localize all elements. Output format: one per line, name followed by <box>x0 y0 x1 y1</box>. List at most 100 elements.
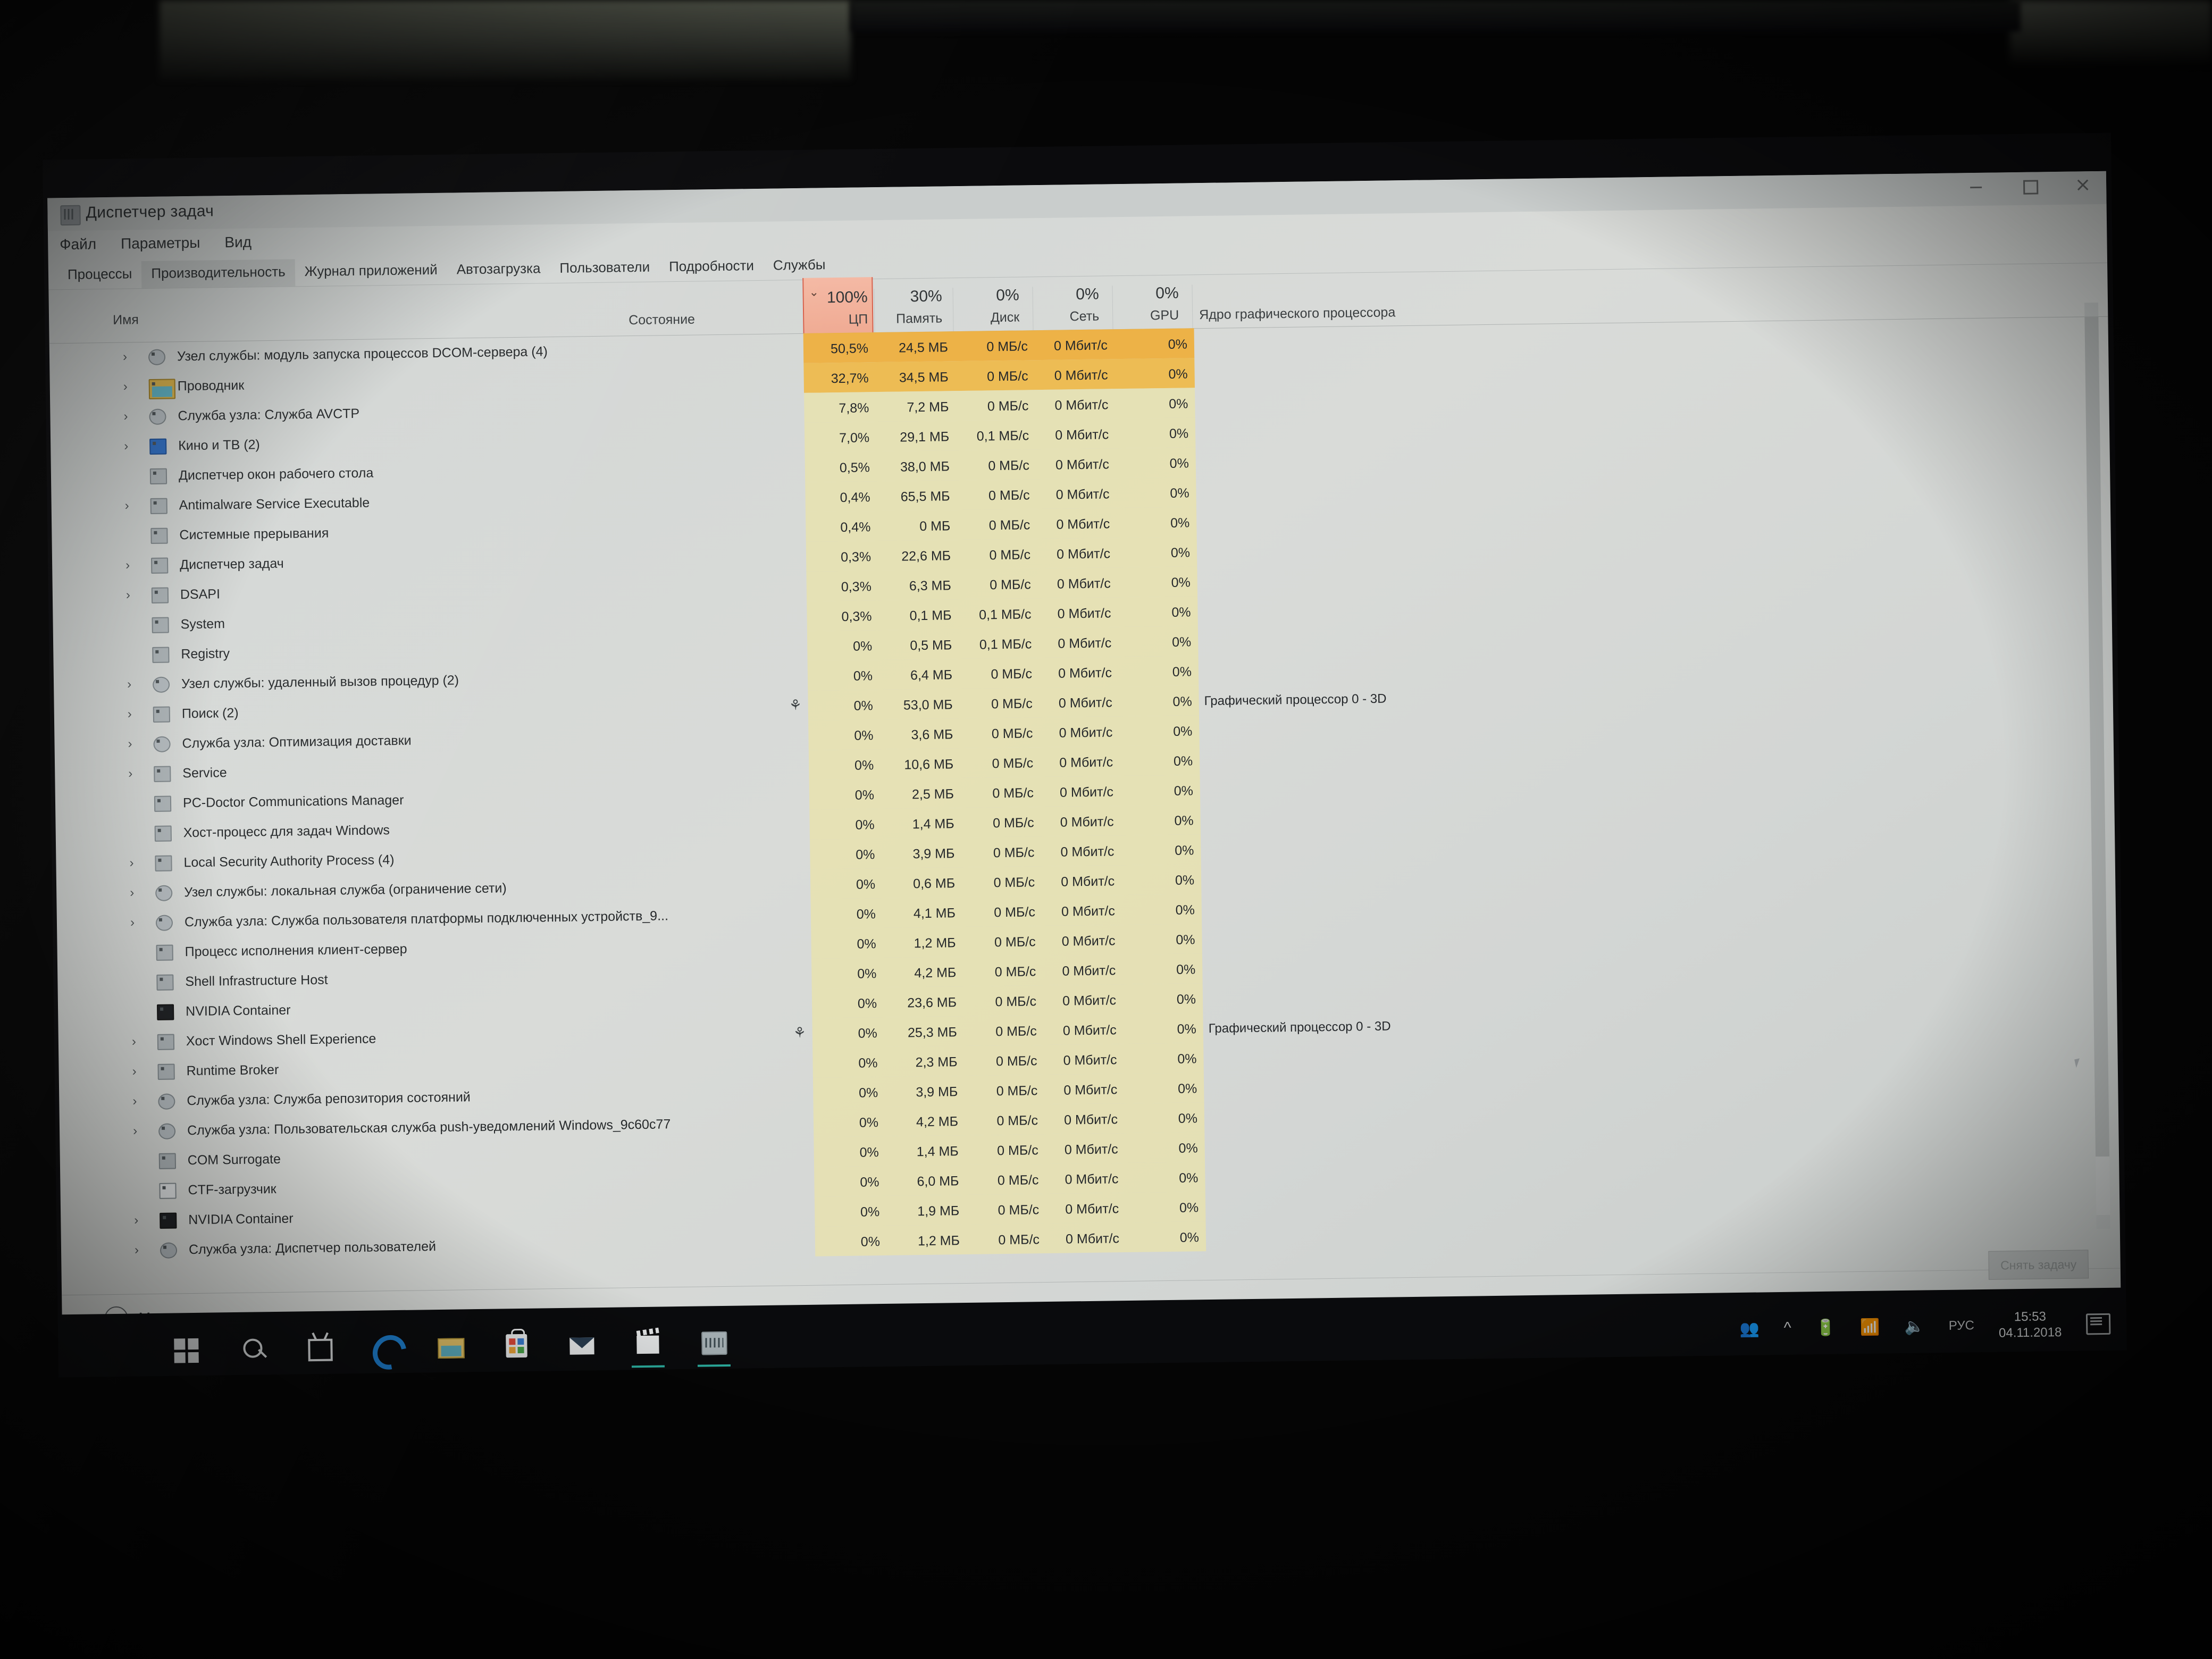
cell-net: 0 Мбит/с <box>1058 695 1112 711</box>
expand-chevron-icon[interactable]: › <box>135 1243 139 1258</box>
end-task-button[interactable]: Снять задачу <box>1988 1250 2089 1280</box>
tab-4[interactable]: Пользователи <box>550 254 659 283</box>
tab-0[interactable]: Процессы <box>58 261 142 289</box>
cell-gpu: 0% <box>1170 545 1191 560</box>
expand-chevron-icon[interactable]: › <box>129 856 133 870</box>
file-explorer-icon[interactable] <box>433 1330 467 1364</box>
column-header-gpu[interactable]: 0% GPU <box>1115 284 1179 324</box>
process-icon <box>157 1034 175 1050</box>
task-manager-taskbar-icon[interactable] <box>697 1327 731 1367</box>
scroll-up-button[interactable] <box>2084 302 2099 317</box>
clock[interactable]: 15:53 04.11.2018 <box>1998 1309 2062 1342</box>
expand-chevron-icon[interactable]: › <box>123 409 128 424</box>
process-icon <box>160 1212 177 1229</box>
cell-cpu: 0% <box>856 847 875 862</box>
column-header-gpu-engine[interactable]: Ядро графического процессора <box>1199 305 1395 323</box>
tab-1[interactable]: Производительность <box>141 259 296 289</box>
tab-5[interactable]: Подробности <box>659 253 764 282</box>
cell-mem: 3,6 МБ <box>911 727 953 743</box>
cell-disk: 0 МБ/с <box>988 488 1030 504</box>
cell-net: 0 Мбит/с <box>1054 397 1109 413</box>
mail-icon[interactable] <box>565 1329 599 1362</box>
menu-item-view[interactable]: Вид <box>224 233 252 251</box>
expand-chevron-icon[interactable]: › <box>126 588 130 602</box>
expand-chevron-icon[interactable]: › <box>128 766 132 781</box>
notifications-icon[interactable] <box>2085 1313 2111 1335</box>
expand-chevron-icon[interactable]: › <box>128 707 132 722</box>
cell-gpu: 0% <box>1178 1141 1198 1156</box>
cell-net: 0 Мбит/с <box>1058 665 1112 681</box>
column-header-memory[interactable]: 30% Память <box>878 287 942 327</box>
cell-gpu: 0% <box>1169 426 1189 441</box>
window-controls <box>1968 177 2090 195</box>
cell-net: 0 Мбит/с <box>1059 755 1113 770</box>
edge-icon[interactable] <box>366 1328 413 1376</box>
maximize-button[interactable] <box>2021 177 2039 195</box>
search-icon[interactable] <box>236 1333 269 1367</box>
cell-mem: 65,5 МБ <box>900 489 950 505</box>
cell-gpu: 0% <box>1176 962 1196 977</box>
expand-chevron-icon[interactable]: › <box>130 915 135 930</box>
expand-chevron-icon[interactable]: › <box>130 885 134 900</box>
expand-chevron-icon[interactable]: › <box>124 439 128 454</box>
ambient-light-top <box>851 0 2021 32</box>
process-name: Узел службы: модуль запуска процессов DC… <box>177 344 548 364</box>
language-indicator[interactable]: РУС <box>1949 1318 1974 1334</box>
expand-chevron-icon[interactable]: › <box>125 498 129 513</box>
cell-gpu: 0% <box>1171 634 1192 650</box>
cell-disk: 0 МБ/с <box>992 785 1034 801</box>
cell-disk: 0 МБ/с <box>991 666 1033 682</box>
process-rows: › Узел службы: модуль запуска процессов D… <box>49 316 2120 1267</box>
process-name: COM Surrogate <box>187 1151 281 1168</box>
expand-chevron-icon[interactable]: › <box>132 1034 136 1049</box>
column-header-disk[interactable]: 0% Диск <box>955 287 1020 326</box>
expand-chevron-icon[interactable]: › <box>125 558 130 573</box>
menu-item-options[interactable]: Параметры <box>121 234 200 253</box>
cell-cpu: 0% <box>859 1115 879 1130</box>
process-icon <box>149 408 166 425</box>
process-icon <box>155 915 173 931</box>
tab-2[interactable]: Журнал приложений <box>295 257 447 287</box>
cell-disk: 0,1 МБ/с <box>976 428 1029 444</box>
expand-chevron-icon[interactable]: › <box>128 736 132 751</box>
expand-chevron-icon[interactable]: › <box>127 677 131 692</box>
cell-mem: 34,5 МБ <box>899 370 949 386</box>
minimize-button[interactable] <box>1968 178 1984 194</box>
cell-gpu: 0% <box>1176 932 1195 948</box>
cell-disk: 0 МБ/с <box>986 368 1028 384</box>
menu-item-file[interactable]: Файл <box>60 236 96 253</box>
store-icon[interactable] <box>499 1330 533 1363</box>
battery-icon[interactable]: 🔋 <box>1816 1318 1836 1337</box>
scroll-down-button[interactable] <box>2096 1214 2110 1229</box>
cell-net: 0 Мбит/с <box>1059 725 1113 741</box>
expand-chevron-icon[interactable]: › <box>123 380 128 395</box>
cell-net: 0 Мбит/с <box>1061 933 1116 949</box>
monitor-photo: Диспетчер задач Файл Параметры Вид Проце… <box>0 0 2212 1659</box>
expand-chevron-icon[interactable]: › <box>132 1064 136 1079</box>
expand-chevron-icon[interactable]: › <box>134 1213 138 1228</box>
column-header-status[interactable]: Состояние <box>629 312 695 329</box>
cell-disk: 0 МБ/с <box>995 1024 1037 1040</box>
chevron-up-icon[interactable]: ^ <box>1783 1319 1791 1337</box>
task-view-icon[interactable] <box>301 1333 335 1366</box>
column-header-network[interactable]: 0% Сеть <box>1035 286 1099 325</box>
expand-chevron-icon[interactable]: › <box>132 1094 137 1109</box>
column-header-cpu[interactable]: 100% ЦП <box>803 288 868 328</box>
cell-disk: 0 МБ/с <box>988 517 1030 533</box>
expand-chevron-icon[interactable]: › <box>123 350 127 365</box>
close-button[interactable] <box>2074 177 2090 192</box>
wifi-icon[interactable]: 📶 <box>1860 1318 1880 1336</box>
expand-chevron-icon[interactable]: › <box>133 1124 137 1138</box>
start-icon[interactable] <box>170 1334 203 1368</box>
volume-icon[interactable]: 🔈 <box>1904 1317 1924 1336</box>
process-icon <box>152 617 169 633</box>
cell-gpu: 0% <box>1172 664 1192 680</box>
people-icon[interactable]: 👥 <box>1739 1319 1759 1338</box>
cell-cpu: 0% <box>857 936 876 952</box>
process-table: Состояние ⌄ 100% ЦП 30% Память 0% Диск 0… <box>48 263 2120 1290</box>
movies-tv-icon[interactable] <box>631 1328 665 1368</box>
process-name: Кино и ТВ (2) <box>178 437 260 454</box>
tab-6[interactable]: Службы <box>764 252 835 280</box>
tab-3[interactable]: Автозагрузка <box>447 256 550 284</box>
cell-cpu: 0% <box>859 1145 879 1160</box>
